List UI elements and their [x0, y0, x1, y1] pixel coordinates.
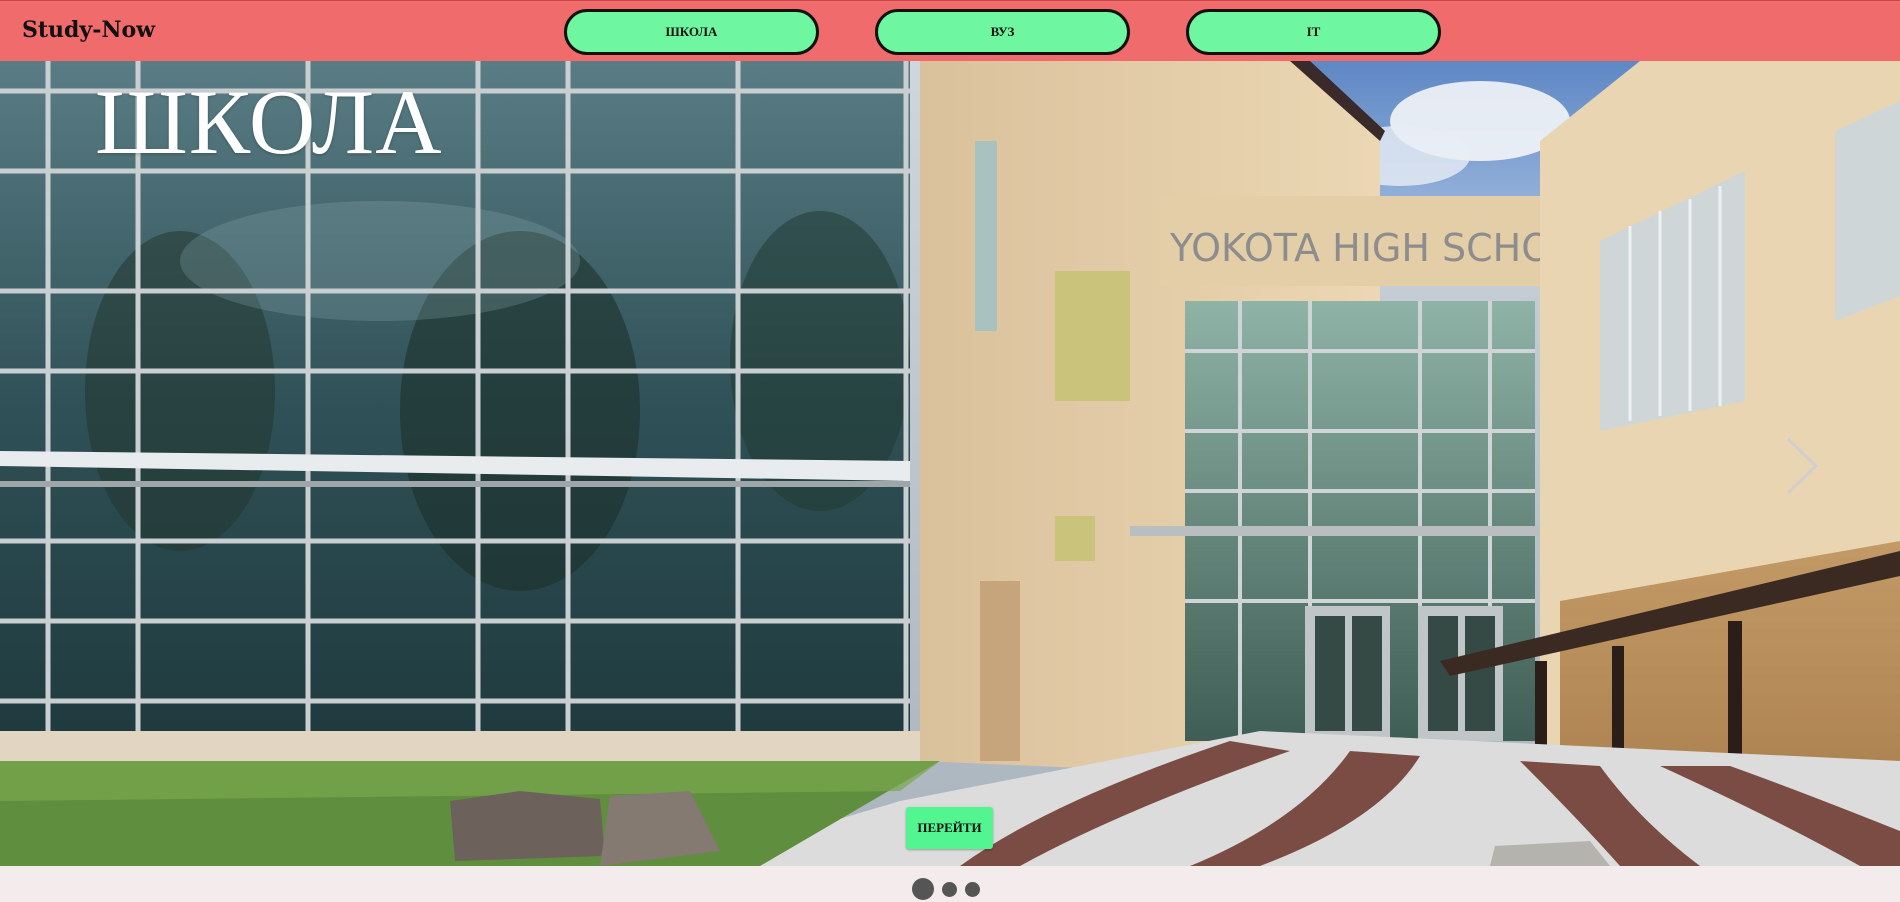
chevron-right-icon[interactable] — [1780, 431, 1824, 501]
carousel-indicators — [912, 878, 980, 900]
school-sign-text: YOKOTA HIGH SCHOOL — [1169, 226, 1602, 270]
nav-button-school[interactable]: ШКОЛА — [564, 9, 819, 55]
go-button[interactable]: ПЕРЕЙТИ — [906, 807, 993, 849]
carousel-dot-3[interactable] — [965, 881, 980, 897]
nav-button-university[interactable]: ВУЗ — [875, 9, 1130, 55]
hero-title: ШКОЛА — [95, 71, 443, 173]
school-building-photo: YOKOTA HIGH SCHOOL — [0, 61, 1900, 866]
nav-button-it[interactable]: IT — [1186, 9, 1441, 55]
brand-logo-text[interactable]: Study-Now — [22, 17, 155, 43]
hero-carousel-slide: YOKOTA HIGH SCHOOL ШКОЛА ПЕРЕЙТИ — [0, 61, 1900, 866]
top-navigation-bar: Study-Now ШКОЛА ВУЗ IT — [0, 0, 1900, 61]
carousel-dot-1[interactable] — [912, 878, 934, 900]
carousel-dot-2[interactable] — [942, 881, 957, 897]
